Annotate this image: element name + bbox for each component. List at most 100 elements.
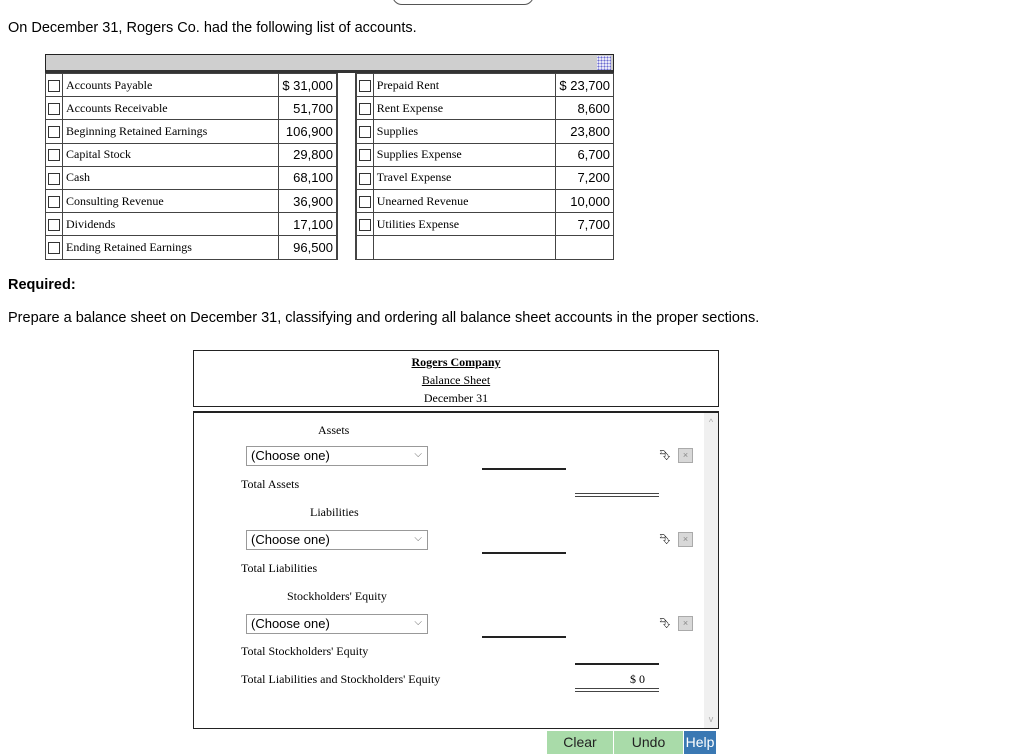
account-row <box>355 235 614 260</box>
account-checkbox[interactable] <box>48 79 60 92</box>
account-amount: $ 23,700 <box>555 72 614 98</box>
scroll-up-icon[interactable]: ^ <box>704 415 718 429</box>
account-checkbox[interactable] <box>48 103 60 116</box>
undo-button[interactable]: Undo <box>614 731 684 754</box>
account-name: Dividends <box>61 212 280 237</box>
account-row: Supplies Expense 6,700 <box>355 142 614 167</box>
equity-heading: Stockholders' Equity <box>287 589 387 603</box>
account-amount: 68,100 <box>278 165 337 190</box>
account-amount: 106,900 <box>278 119 337 144</box>
account-checkbox-cell <box>355 142 374 167</box>
scroll-down-icon[interactable]: v <box>704 712 718 726</box>
add-row-icon[interactable]: ⮷ <box>659 447 670 464</box>
intro-text: On December 31, Rogers Co. had the follo… <box>8 20 417 36</box>
account-checkbox-cell <box>45 72 63 98</box>
account-name: Unearned Revenue <box>372 188 557 214</box>
account-checkbox-cell <box>45 142 63 167</box>
account-row: Ending Retained Earnings 96,500 <box>45 235 337 260</box>
vertical-scrollbar[interactable]: ^ v <box>704 413 718 728</box>
account-row: Prepaid Rent $ 23,700 <box>355 72 614 98</box>
account-checkbox-cell <box>45 212 63 237</box>
account-checkbox-cell <box>45 188 63 214</box>
statement-title: Balance Sheet <box>421 373 491 387</box>
account-amount <box>555 235 614 260</box>
account-checkbox[interactable] <box>358 103 371 116</box>
add-row-icon[interactable]: ⮷ <box>659 615 670 632</box>
account-name: Consulting Revenue <box>61 188 280 214</box>
account-checkbox-cell <box>45 119 63 144</box>
account-name: Accounts Payable <box>61 72 280 98</box>
total-assets-label: Total Assets <box>241 477 300 491</box>
clear-button[interactable]: Clear <box>547 731 614 754</box>
total-liabilities-label: Total Liabilities <box>241 561 318 575</box>
chevron-down-icon: ⌵ <box>414 617 422 628</box>
account-checkbox[interactable] <box>48 172 60 185</box>
account-checkbox[interactable] <box>48 149 60 162</box>
action-buttons: Clear Undo Help <box>547 731 717 754</box>
account-checkbox[interactable] <box>48 242 60 255</box>
account-row: Beginning Retained Earnings 106,900 <box>45 119 337 144</box>
instructions: Prepare a balance sheet on December 31, … <box>8 310 760 326</box>
equity-select-value: (Choose one) <box>251 616 330 631</box>
account-checkbox-cell <box>45 235 63 260</box>
account-checkbox-cell <box>355 188 374 214</box>
account-row: Supplies 23,800 <box>355 119 614 144</box>
account-amount: $ 31,000 <box>278 72 337 98</box>
assets-account-select[interactable]: (Choose one) ⌵ <box>246 446 428 466</box>
account-amount: 8,600 <box>555 96 614 121</box>
account-checkbox[interactable] <box>48 218 60 231</box>
account-amount: 7,700 <box>555 212 614 237</box>
account-checkbox-cell <box>355 96 374 121</box>
account-checkbox[interactable] <box>358 126 371 139</box>
total-equity-rule <box>575 663 659 665</box>
account-checkbox[interactable] <box>358 149 371 162</box>
chevron-down-icon: ⌵ <box>414 533 422 544</box>
assets-select-value: (Choose one) <box>251 448 330 463</box>
account-name: Beginning Retained Earnings <box>61 119 280 144</box>
account-row: Dividends 17,100 <box>45 212 337 237</box>
equity-amount-input[interactable] <box>482 636 566 638</box>
assets-amount-input[interactable] <box>482 468 566 470</box>
account-row: Consulting Revenue 36,900 <box>45 188 337 214</box>
total-assets-value <box>575 493 659 497</box>
account-amount: 36,900 <box>278 188 337 214</box>
balance-sheet-body: Assets (Choose one) ⌵ ⮷ × Total Assets L… <box>193 411 719 729</box>
account-name <box>372 235 557 260</box>
company-name: Rogers Company <box>411 355 501 369</box>
account-checkbox[interactable] <box>358 79 371 92</box>
account-checkbox-cell <box>355 165 374 190</box>
account-name: Supplies <box>372 119 557 144</box>
chevron-down-icon: ⌵ <box>414 449 422 460</box>
delete-row-button[interactable]: × <box>678 532 693 547</box>
equity-account-select[interactable]: (Choose one) ⌵ <box>246 614 428 634</box>
account-checkbox[interactable] <box>48 126 60 139</box>
account-name: Prepaid Rent <box>372 72 557 98</box>
account-row: Utilities Expense 7,700 <box>355 212 614 237</box>
grand-total-value: $ 0 <box>630 672 645 686</box>
account-checkbox-cell <box>45 96 63 121</box>
account-checkbox[interactable] <box>358 172 371 185</box>
liabilities-account-select[interactable]: (Choose one) ⌵ <box>246 530 428 550</box>
account-row: Accounts Payable $ 31,000 <box>45 72 337 98</box>
account-amount: 7,200 <box>555 165 614 190</box>
delete-row-button[interactable]: × <box>678 448 693 463</box>
liabilities-amount-input[interactable] <box>482 552 566 554</box>
top-tab <box>392 0 534 5</box>
account-amount: 10,000 <box>555 188 614 214</box>
grand-total-label: Total Liabilities and Stockholders' Equi… <box>241 672 441 686</box>
account-amount: 6,700 <box>555 142 614 167</box>
account-checkbox[interactable] <box>358 218 371 231</box>
account-checkbox-cell <box>355 212 374 237</box>
resize-grip-icon[interactable] <box>597 56 611 70</box>
account-checkbox[interactable] <box>358 195 371 208</box>
delete-row-button[interactable]: × <box>678 616 693 631</box>
statement-date: December 31 <box>423 391 489 405</box>
account-name: Travel Expense <box>372 165 557 190</box>
accounts-right-table: Prepaid Rent $ 23,700 Rent Expense 8,600 Sup… <box>355 72 614 260</box>
account-name: Supplies Expense <box>372 142 557 167</box>
add-row-icon[interactable]: ⮷ <box>659 531 670 548</box>
liabilities-heading: Liabilities <box>310 505 359 519</box>
account-checkbox[interactable] <box>48 195 60 208</box>
help-button[interactable]: Help <box>684 731 717 754</box>
account-amount: 17,100 <box>278 212 337 237</box>
